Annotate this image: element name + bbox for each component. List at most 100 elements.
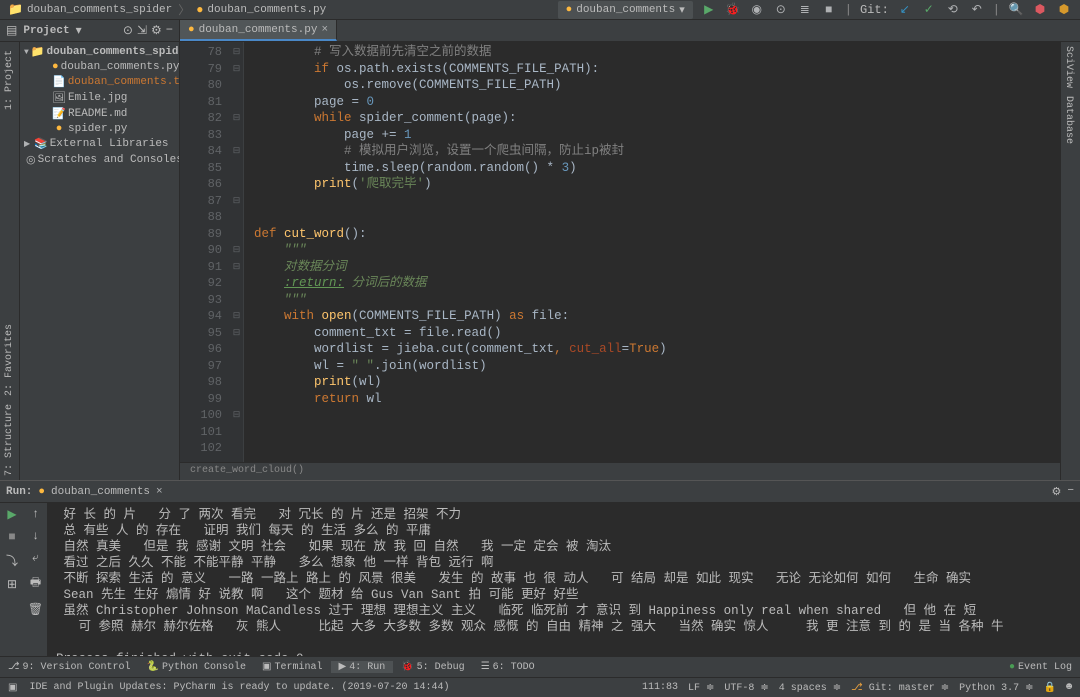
chevron-down-icon: ▾ bbox=[679, 3, 685, 17]
folder-icon: 📁 bbox=[31, 45, 45, 59]
profile-icon[interactable]: ⊙ bbox=[773, 2, 789, 18]
rerun-icon[interactable]: ▶ bbox=[7, 507, 16, 522]
bottombar-item[interactable]: ▶4: Run bbox=[331, 661, 394, 673]
md-icon: 📝 bbox=[52, 107, 66, 121]
scratches-icon: ◎ bbox=[26, 153, 36, 167]
stop-icon[interactable]: ■ bbox=[8, 530, 15, 544]
git-branch[interactable]: ⎇ Git: master ≑ bbox=[851, 682, 949, 694]
layout-icon[interactable]: ⊞ bbox=[7, 577, 17, 592]
run-tab[interactable]: douban_comments bbox=[51, 486, 150, 498]
balloon-icon: ● bbox=[1009, 662, 1015, 673]
debug-icon[interactable]: 🐞 bbox=[725, 2, 741, 18]
expand-arrow-icon[interactable]: ▶ bbox=[24, 139, 32, 149]
close-icon[interactable]: × bbox=[156, 486, 163, 498]
tool-icon: 🐍 bbox=[147, 661, 159, 673]
tool-database[interactable]: Database bbox=[1061, 92, 1076, 148]
tree-file[interactable]: 📄douban_comments.txt bbox=[20, 74, 179, 90]
chevron-right-icon: 〉 bbox=[178, 1, 190, 18]
editor-tab[interactable]: ● douban_comments.py × bbox=[180, 20, 337, 41]
window-icon[interactable]: ▣ bbox=[8, 682, 17, 694]
breadcrumb-file[interactable]: douban_comments.py bbox=[207, 4, 326, 16]
expand-arrow-icon[interactable]: ▼ bbox=[24, 48, 29, 57]
breadcrumb-bottom[interactable]: create_word_cloud() bbox=[180, 462, 1060, 480]
line-gutter: 7879808182838485868788899091929394959697… bbox=[180, 42, 230, 480]
python-interpreter[interactable]: Python 3.7 ≑ bbox=[959, 682, 1033, 694]
project-header: ▤ Project ▾ ⊙ ⇲ ⚙ − bbox=[0, 20, 180, 41]
run-icon[interactable]: ▶ bbox=[701, 2, 717, 18]
git-update-icon[interactable]: ↙ bbox=[897, 2, 913, 18]
tree-external-libs[interactable]: ▶ 📚 External Libraries bbox=[20, 136, 179, 152]
run-panel: Run: ● douban_comments × ⚙ − ▶ ■ ⤵ ⊞ ↑ ↓… bbox=[0, 480, 1080, 656]
update-badge-icon[interactable]: ⬢ bbox=[1032, 2, 1048, 18]
python-icon: ● bbox=[188, 24, 195, 36]
git-history-icon[interactable]: ⟲ bbox=[945, 2, 961, 18]
stop-icon[interactable]: ■ bbox=[821, 2, 837, 18]
coverage-icon[interactable]: ◉ bbox=[749, 2, 765, 18]
bottombar-item[interactable]: 🐞5: Debug bbox=[393, 661, 472, 673]
git-revert-icon[interactable]: ↶ bbox=[969, 2, 985, 18]
bottombar-item[interactable]: ⎇9: Version Control bbox=[0, 661, 139, 673]
code-editor[interactable]: # 写入数据前先清空之前的数据 if os.path.exists(COMMEN… bbox=[244, 42, 1060, 480]
file-encoding[interactable]: UTF-8 ≑ bbox=[724, 682, 768, 694]
tree-file[interactable]: 📝README.md bbox=[20, 106, 179, 122]
status-message: IDE and Plugin Updates: PyCharm is ready… bbox=[29, 682, 449, 693]
left-tool-strip: 1: Project 2: Favorites 7: Structure bbox=[0, 42, 20, 480]
trash-icon[interactable]: 🗑 bbox=[28, 602, 43, 617]
hector-icon[interactable]: ☻ bbox=[1066, 682, 1072, 693]
tool-icon: ⎇ bbox=[8, 661, 20, 673]
wrap-icon[interactable]: ⤶ bbox=[32, 551, 39, 565]
project-title[interactable]: Project bbox=[23, 25, 69, 37]
event-log[interactable]: ● Event Log bbox=[1001, 662, 1080, 673]
py-icon: ● bbox=[52, 123, 66, 135]
py-icon: ● bbox=[52, 61, 59, 73]
bottombar-item[interactable]: 🐍Python Console bbox=[139, 661, 254, 673]
line-separator[interactable]: LF ≑ bbox=[688, 682, 714, 694]
lock-icon[interactable] bbox=[1044, 682, 1056, 694]
bottombar-item[interactable]: ☰6: TODO bbox=[473, 661, 543, 673]
tree-file[interactable]: ●spider.py bbox=[20, 122, 179, 136]
tool-project[interactable]: 1: Project bbox=[4, 46, 15, 114]
close-icon[interactable]: × bbox=[321, 24, 328, 36]
fold-gutter: ⊟⊟⊟⊟⊟⊟⊟⊟⊟⊟ bbox=[230, 42, 244, 480]
hide-icon[interactable]: − bbox=[1067, 485, 1074, 499]
jpg-icon: 🖼 bbox=[52, 91, 66, 105]
up-icon[interactable]: ↑ bbox=[32, 507, 39, 521]
concurrency-icon[interactable]: ≣ bbox=[797, 2, 813, 18]
tool-structure[interactable]: 7: Structure bbox=[4, 400, 15, 480]
exit-icon[interactable]: ⤵ bbox=[6, 552, 18, 569]
right-tool-strip: SciView Database bbox=[1060, 42, 1080, 480]
hide-icon[interactable]: − bbox=[166, 23, 173, 38]
print-icon[interactable]: 🖶 bbox=[30, 573, 41, 594]
search-icon[interactable]: 🔍 bbox=[1008, 2, 1024, 18]
tool-favorites[interactable]: 2: Favorites bbox=[4, 320, 15, 400]
python-icon: ● bbox=[196, 3, 203, 17]
library-icon: 📚 bbox=[34, 137, 48, 151]
tool-sciview[interactable]: SciView bbox=[1061, 42, 1076, 92]
separator: | bbox=[993, 3, 1000, 17]
tab-label: douban_comments.py bbox=[199, 24, 318, 36]
editor-area: 7879808182838485868788899091929394959697… bbox=[180, 42, 1060, 480]
tree-root[interactable]: ▼ 📁 douban_comments_spider bbox=[20, 44, 179, 60]
git-commit-icon[interactable]: ✓ bbox=[921, 2, 937, 18]
git-label: Git: bbox=[860, 3, 889, 17]
console-output[interactable]: 好 长 的 片 分 了 两次 看完 对 冗长 的 片 还是 招架 不力 总 有些… bbox=[48, 503, 1080, 656]
expand-icon[interactable]: ⇲ bbox=[137, 23, 147, 38]
chevron-down-icon[interactable]: ▾ bbox=[76, 23, 82, 38]
gear-icon[interactable]: ⚙ bbox=[1052, 485, 1062, 499]
tree-scratches[interactable]: ◎ Scratches and Consoles bbox=[20, 152, 179, 168]
cursor-position[interactable]: 111:83 bbox=[642, 682, 678, 693]
bottombar-item[interactable]: ▣Terminal bbox=[254, 661, 330, 673]
breadcrumb-root[interactable]: douban_comments_spider bbox=[27, 4, 172, 16]
project-tree: ▼ 📁 douban_comments_spider ●douban_comme… bbox=[20, 42, 179, 170]
collapse-icon[interactable]: ⊙ bbox=[123, 23, 133, 38]
statusbar: ▣ IDE and Plugin Updates: PyCharm is rea… bbox=[0, 677, 1080, 697]
tree-file[interactable]: ●douban_comments.py bbox=[20, 60, 179, 74]
indent-config[interactable]: 4 spaces ≑ bbox=[779, 682, 841, 694]
project-sidebar: ▼ 📁 douban_comments_spider ●douban_comme… bbox=[20, 42, 180, 480]
ide-badge-icon[interactable]: ⬢ bbox=[1056, 2, 1072, 18]
gear-icon[interactable]: ⚙ bbox=[151, 23, 162, 38]
run-toolbar-1: ▶ ■ ⤵ ⊞ bbox=[0, 503, 24, 656]
run-config-selector[interactable]: ● douban_comments ▾ bbox=[558, 1, 693, 19]
tree-file[interactable]: 🖼Emile.jpg bbox=[20, 90, 179, 106]
down-icon[interactable]: ↓ bbox=[32, 529, 39, 543]
